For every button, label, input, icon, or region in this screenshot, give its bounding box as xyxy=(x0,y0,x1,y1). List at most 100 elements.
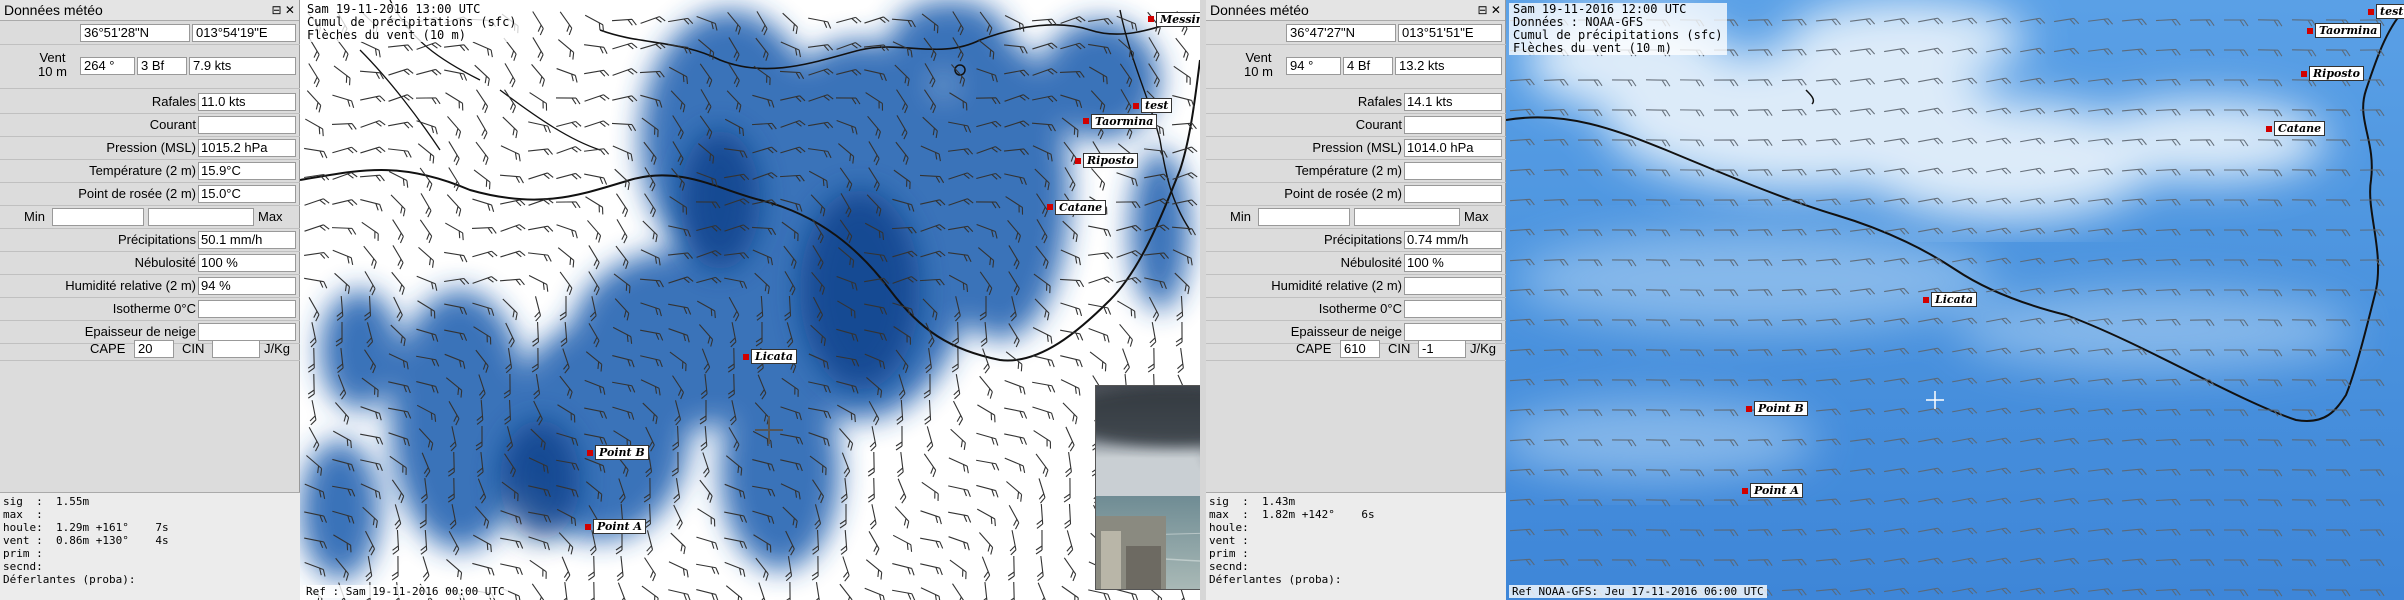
wave-line: Déferlantes (proba): xyxy=(1209,573,1342,586)
wind-arrow xyxy=(306,90,322,113)
wind-arrow xyxy=(418,246,435,268)
city-marker xyxy=(1923,297,1929,303)
wind-arrow xyxy=(670,532,686,555)
data-row: Nébulosité 100 % xyxy=(1206,252,1506,275)
wind-arrow xyxy=(499,278,525,286)
city-label-messine[interactable]: Messine xyxy=(1156,12,1200,27)
city-label-licata[interactable]: Licata xyxy=(1931,292,1977,307)
city-label-taormina[interactable]: Taormina xyxy=(2315,23,2382,38)
wind-arrow xyxy=(304,198,330,206)
data-row-value xyxy=(1404,162,1502,180)
city-label-catane[interactable]: Catane xyxy=(2274,121,2326,136)
left-wind-label: Vent 10 m xyxy=(38,50,67,79)
wind-arrow xyxy=(472,250,498,258)
wind-arrow xyxy=(360,120,386,128)
wind-arrow xyxy=(1172,95,1195,108)
wind-arrow xyxy=(725,585,743,600)
wind-arrow xyxy=(446,559,463,580)
right-lat-field[interactable]: 36°47'27"N xyxy=(1286,24,1396,42)
wind-arrow xyxy=(1147,347,1155,373)
city-label-point-b[interactable]: Point B xyxy=(1754,401,1808,416)
wind-arrow xyxy=(611,18,637,26)
city-label-riposto[interactable]: Riposto xyxy=(2309,66,2364,81)
right-map-ref: Ref NOAA-GFS: Jeu 17-11-2016 06:00 UTC xyxy=(1509,585,1767,598)
city-label-test[interactable]: test xyxy=(1141,98,1173,113)
wave-line: sig : 1.43m xyxy=(1209,495,1296,508)
left-cape-row: CAPE 20 CIN J/Kg xyxy=(0,338,300,361)
data-row: Min Max xyxy=(0,206,300,229)
wave-line: vent : xyxy=(1209,534,1249,547)
left-panel-window-buttons[interactable]: ⊟ ✕ xyxy=(272,0,295,20)
left-lon-field[interactable]: 013°54'19"E xyxy=(192,24,296,42)
city-label-point-b[interactable]: Point B xyxy=(595,445,649,460)
left-weather-panel: Données météo ⊟ ✕ 36°51'28"N 013°54'19"E… xyxy=(0,0,300,600)
data-row: Min Max xyxy=(1206,206,1506,229)
wind-arrow xyxy=(926,426,934,452)
wind-arrow xyxy=(892,589,916,600)
city-label-point-a[interactable]: Point A xyxy=(593,519,646,534)
data-row-label: Nébulosité xyxy=(134,255,196,270)
wind-arrow xyxy=(475,89,489,114)
right-lon-field[interactable]: 013°51'51"E xyxy=(1398,24,1502,42)
left-map[interactable]: Sam 19-11-2016 13:00 UTC Cumul de précip… xyxy=(300,0,1200,600)
data-row-value: 11.0 kts xyxy=(198,93,296,111)
data-row-value xyxy=(1404,300,1502,318)
wind-arrow xyxy=(445,222,464,241)
city-label-test[interactable]: test xyxy=(2376,4,2404,19)
min-field xyxy=(1258,208,1350,226)
wind-arrow xyxy=(867,451,875,477)
wind-arrow xyxy=(446,194,462,217)
wind-arrow xyxy=(308,63,320,88)
city-label-licata[interactable]: Licata xyxy=(751,349,797,364)
wind-arrow xyxy=(417,143,435,164)
wind-arrow xyxy=(419,167,433,192)
wind-arrow xyxy=(641,585,659,600)
wind-arrow xyxy=(1116,588,1139,600)
wind-arrow xyxy=(1006,481,1023,502)
data-row-value: 0.74 mm/h xyxy=(1404,231,1502,249)
wind-arrow xyxy=(920,537,944,549)
wind-arrow xyxy=(920,563,943,576)
right-map[interactable]: Sam 19-11-2016 12:00 UTC Données : NOAA-… xyxy=(1506,0,2404,600)
max-label: Max xyxy=(258,209,283,224)
wind-arrow xyxy=(587,220,602,243)
left-lat-field[interactable]: 36°51'28"N xyxy=(80,24,190,42)
wind-arrow xyxy=(1177,348,1184,374)
data-row: Température (2 m) xyxy=(1206,160,1506,183)
wind-arrow xyxy=(363,245,377,269)
right-panel-window-buttons[interactable]: ⊟ ✕ xyxy=(1478,0,1501,20)
data-row-label: Rafales xyxy=(1357,94,1402,109)
wind-arrow xyxy=(416,68,442,76)
data-row-label: Précipitations xyxy=(1323,232,1402,247)
wind-arrow xyxy=(471,227,497,234)
min-label: Min xyxy=(24,209,45,224)
wind-arrow xyxy=(309,322,317,348)
right-cape-label: CAPE xyxy=(1296,341,1332,356)
data-row: Isotherme 0°C xyxy=(0,298,300,321)
data-row-value: 94 % xyxy=(198,277,296,295)
min-field xyxy=(52,208,144,226)
wind-arrow xyxy=(724,561,746,577)
left-cape-label: CAPE xyxy=(90,341,126,356)
city-label-riposto[interactable]: Riposto xyxy=(1083,153,1138,168)
city-label-taormina[interactable]: Taormina xyxy=(1091,114,1158,129)
wind-arrow xyxy=(528,274,549,292)
wind-arrow xyxy=(978,532,994,555)
wind-arrow xyxy=(415,97,441,105)
city-label-catane[interactable]: Catane xyxy=(1055,200,1107,215)
wind-arrow xyxy=(982,348,990,374)
left-wind-dir: 264 ° xyxy=(80,57,135,75)
data-row-label: Courant xyxy=(149,117,196,132)
wind-arrow xyxy=(304,147,328,159)
city-marker xyxy=(2301,71,2307,77)
left-map-header: Sam 19-11-2016 13:00 UTC Cumul de précip… xyxy=(303,3,521,42)
wind-arrow xyxy=(1004,433,1027,445)
wind-arrow xyxy=(584,44,608,55)
wind-arrow xyxy=(445,92,464,111)
wind-arrow xyxy=(531,63,545,87)
wind-arrow xyxy=(359,174,385,182)
wave-line: vent : 0.86m +130° 4s xyxy=(3,534,169,547)
wind-arrow xyxy=(1035,529,1043,555)
wind-arrow xyxy=(473,169,491,190)
city-label-point-a[interactable]: Point A xyxy=(1750,483,1803,498)
